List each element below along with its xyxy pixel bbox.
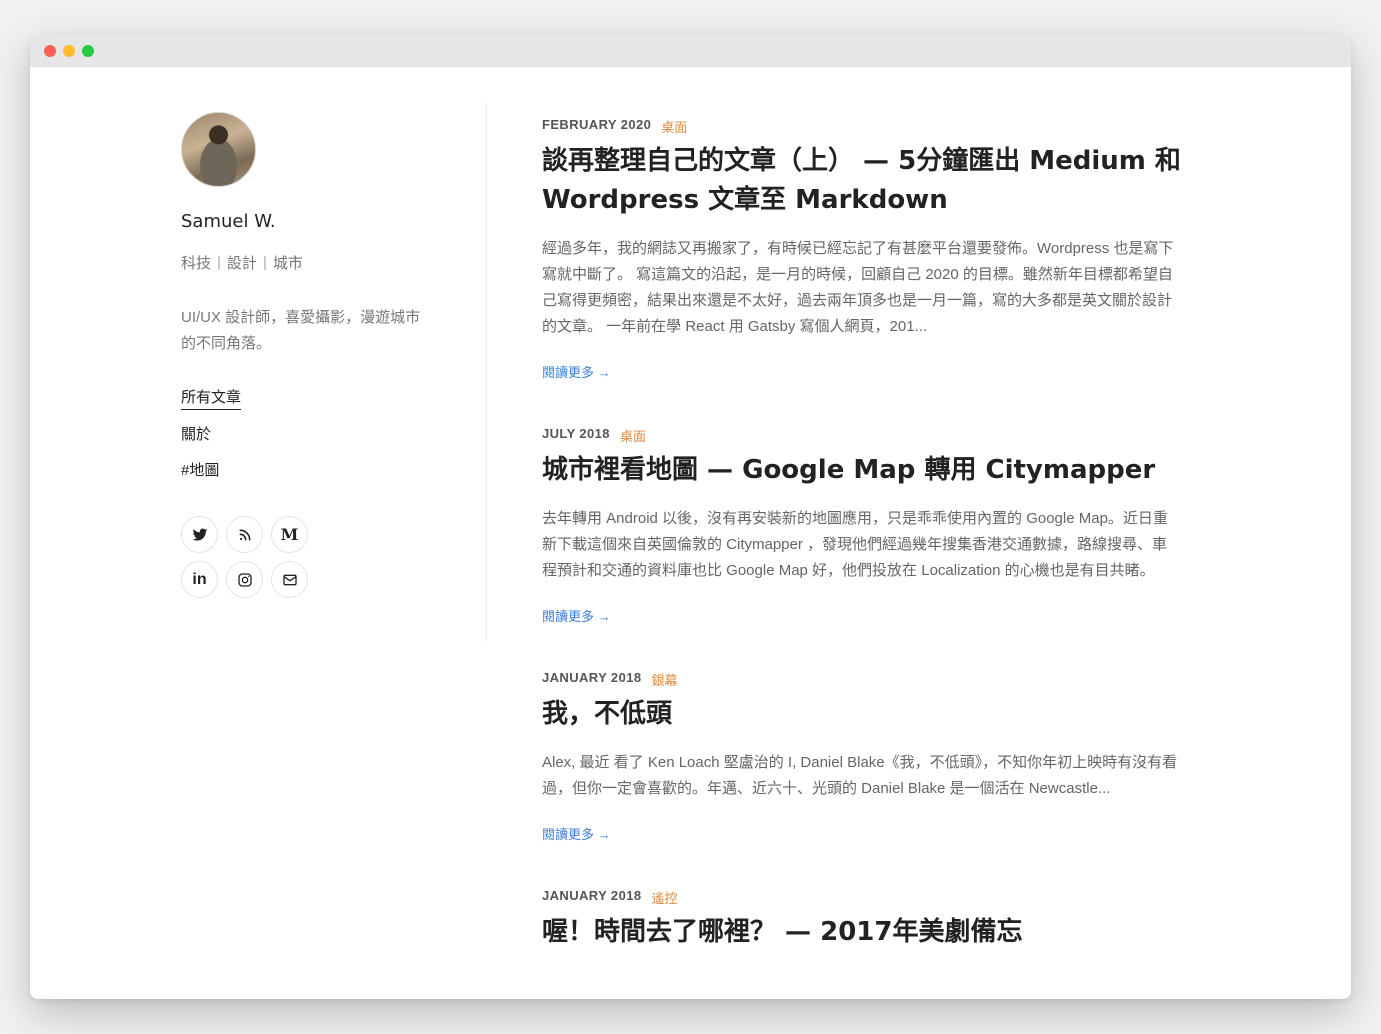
post-item: JULY 2018 桌面 城市裡看地圖 — Google Map 轉用 City…: [542, 426, 1182, 626]
medium-icon-label: M: [280, 525, 299, 544]
read-more-link[interactable]: 閱讀更多 →: [542, 362, 611, 381]
browser-window: Samuel W. 科技 | 設計 | 城市 UI/UX 設計師，喜愛攝影，漫遊…: [30, 35, 1351, 999]
nav-about[interactable]: 關於: [181, 424, 441, 446]
post-list: FEBRUARY 2020 桌面 談再整理自己的文章（上） — 5分鐘匯出 Me…: [542, 117, 1182, 996]
zoom-window-button[interactable]: [82, 45, 94, 57]
tag-separator: |: [217, 254, 221, 271]
linkedin-icon[interactable]: in: [181, 561, 218, 598]
post-date: FEBRUARY 2020: [542, 117, 652, 132]
rss-icon[interactable]: [226, 516, 263, 553]
post-meta: JANUARY 2018 遙控: [542, 888, 1182, 907]
post-date: JANUARY 2018: [542, 670, 642, 685]
post-title[interactable]: 談再整理自己的文章（上） — 5分鐘匯出 Medium 和 Wordpress …: [542, 142, 1182, 220]
post-category[interactable]: 桌面: [661, 117, 687, 136]
tag-tech[interactable]: 科技: [181, 252, 211, 273]
post-category[interactable]: 銀幕: [651, 670, 677, 689]
instagram-icon[interactable]: [226, 561, 263, 598]
minimize-window-button[interactable]: [63, 45, 75, 57]
post-date: JULY 2018: [542, 426, 610, 441]
post-meta: JULY 2018 桌面: [542, 426, 1182, 445]
post-title[interactable]: 喔！時間去了哪裡？ — 2017年美劇備忘: [542, 913, 1182, 952]
medium-icon[interactable]: M: [271, 516, 308, 553]
close-window-button[interactable]: [44, 45, 56, 57]
post-meta: FEBRUARY 2020 桌面: [542, 117, 1182, 136]
nav-all-posts[interactable]: 所有文章: [181, 387, 242, 410]
post-title[interactable]: 我，不低頭: [542, 695, 1182, 734]
post-date: JANUARY 2018: [542, 888, 642, 903]
linkedin-icon-label: in: [192, 570, 207, 588]
post-item: JANUARY 2018 銀幕 我，不低頭 Alex, 最近 看了 Ken Lo…: [542, 670, 1182, 844]
post-meta: JANUARY 2018 銀幕: [542, 670, 1182, 689]
author-bio: UI/UX 設計師，喜愛攝影，漫遊城市的不同角落。: [181, 309, 421, 352]
avatar[interactable]: [181, 112, 256, 187]
title-bar: [30, 35, 1351, 67]
sidebar: Samuel W. 科技 | 設計 | 城市 UI/UX 設計師，喜愛攝影，漫遊…: [181, 112, 441, 598]
read-more-link[interactable]: 閱讀更多 →: [542, 606, 611, 625]
sidebar-nav: 所有文章 關於 #地圖: [181, 387, 441, 482]
post-excerpt: Alex, 最近 看了 Ken Loach 堅盧治的 I, Daniel Bla…: [542, 754, 1178, 797]
nav-map-tag[interactable]: #地圖: [181, 460, 441, 482]
page-content: Samuel W. 科技 | 設計 | 城市 UI/UX 設計師，喜愛攝影，漫遊…: [30, 67, 1351, 999]
tag-separator: |: [262, 254, 267, 271]
topic-tags: 科技 | 設計 | 城市: [181, 252, 441, 273]
post-item: JANUARY 2018 遙控 喔！時間去了哪裡？ — 2017年美劇備忘: [542, 888, 1182, 952]
post-title[interactable]: 城市裡看地圖 — Google Map 轉用 Citymapper: [542, 451, 1182, 490]
read-more-link[interactable]: 閱讀更多 →: [542, 824, 611, 843]
post-excerpt: 經過多年，我的網誌又再搬家了，有時候已經忘記了有甚麼平台還要發佈。Wordpre…: [542, 240, 1174, 335]
mail-icon[interactable]: [271, 561, 308, 598]
sidebar-divider: [486, 102, 487, 642]
tag-design[interactable]: 設計: [227, 252, 257, 273]
post-item: FEBRUARY 2020 桌面 談再整理自己的文章（上） — 5分鐘匯出 Me…: [542, 117, 1182, 382]
twitter-icon[interactable]: [181, 516, 218, 553]
post-category[interactable]: 遙控: [651, 888, 677, 907]
author-name[interactable]: Samuel W.: [181, 211, 441, 232]
post-excerpt: 去年轉用 Android 以後，沒有再安裝新的地圖應用，只是乖乖使用內置的 Go…: [542, 510, 1168, 579]
tag-city[interactable]: 城市: [273, 252, 303, 273]
social-links: M in: [181, 516, 441, 598]
post-category[interactable]: 桌面: [620, 426, 646, 445]
